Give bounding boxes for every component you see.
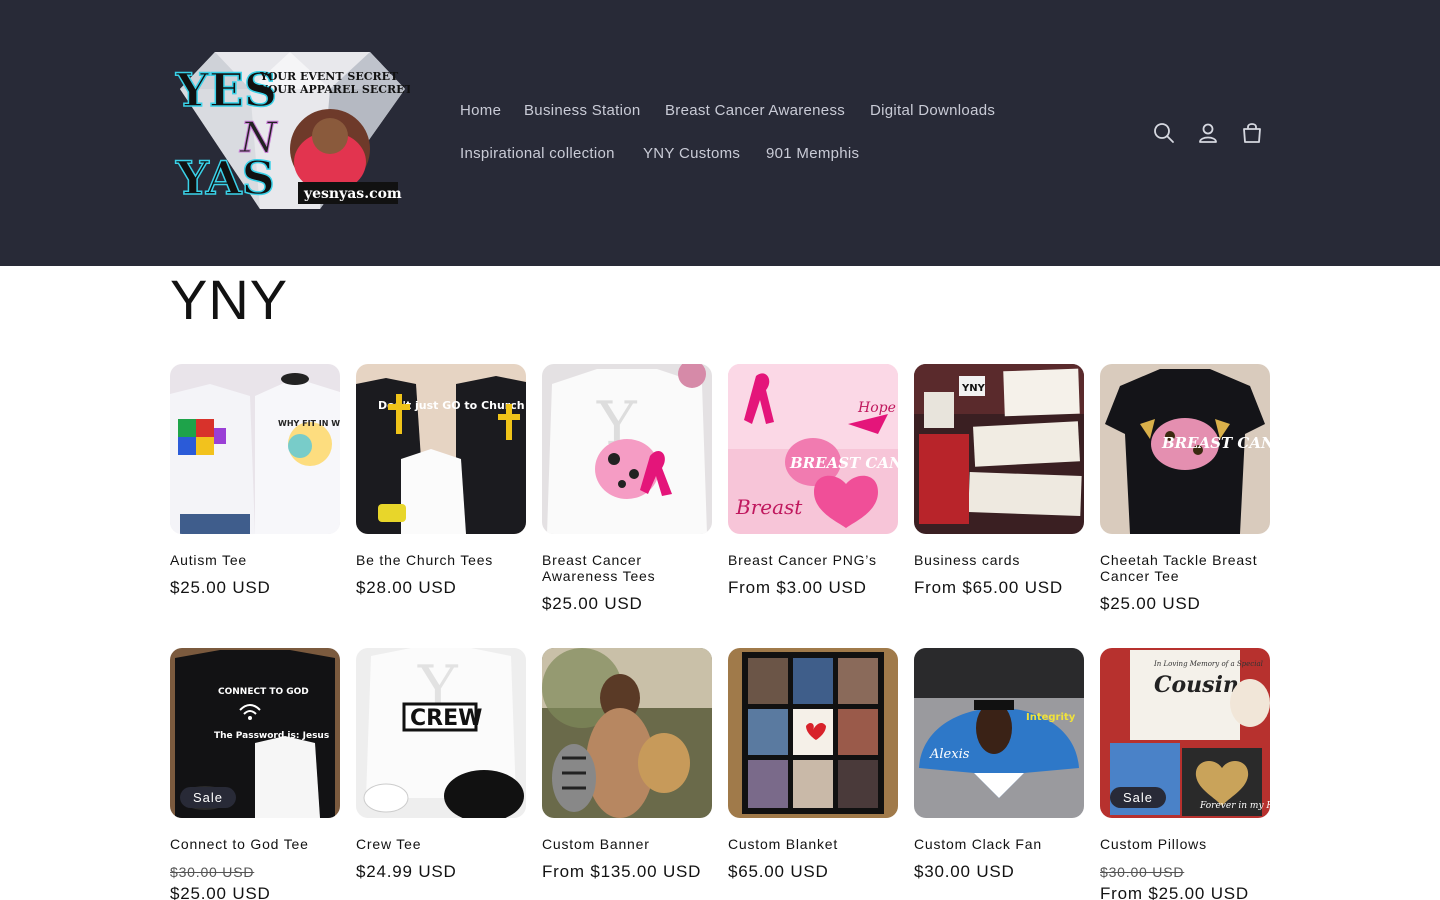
product-image[interactable]: In Loving Memory of a Special Cousin For… [1100,648,1270,818]
product-image[interactable]: Y CREW [356,648,526,818]
product-price: $65.00 USD [728,862,829,881]
product-price: $24.99 USD [356,862,457,881]
nav-inspirational-collection[interactable]: Inspirational collection [460,145,615,162]
product-card-be-the-church-tees[interactable]: Don't just GO to Church BE the Church Be… [356,364,526,598]
svg-text:BREAST CANCER: BREAST CANCER [789,454,898,472]
product-card-custom-banner[interactable]: Custom Banner From $135.00 USD [542,648,712,882]
product-image[interactable]: Y [542,364,712,534]
nav-901-memphis[interactable]: 901 Memphis [766,145,859,162]
product-price: $25.00 USD [170,578,271,597]
product-title[interactable]: Crew Tee [356,836,526,852]
svg-text:Cousin: Cousin [1154,672,1239,698]
product-title[interactable]: Be the Church Tees [356,552,526,568]
site-header: YES N YAS YOUR EVENT SECRET YOUR APPAREL… [0,0,1440,266]
product-image[interactable]: Don't just GO to Church BE the Church [356,364,526,534]
svg-text:BREAST CANCER: BREAST CANCER [1161,434,1270,452]
product-compare-price: $30.00 USD [1100,864,1185,880]
nav-digital-downloads[interactable]: Digital Downloads [870,102,995,119]
svg-text:WHY FIT IN WHEN YOU CAN STAND: WHY FIT IN WHEN YOU CAN STAND OUT! [278,419,340,428]
product-card-custom-blanket[interactable]: Custom Blanket $65.00 USD [728,648,898,882]
product-image[interactable]: BREAST CANCER [1100,364,1270,534]
product-title[interactable]: Custom Clack Fan [914,836,1084,852]
product-card-business-cards[interactable]: YNY Business cards From $65.00 USD [914,364,1084,598]
nav-breast-cancer-awareness[interactable]: Breast Cancer Awareness [665,102,845,119]
product-price: $25.00 USD [542,594,643,613]
collection-title: YNY [170,268,289,331]
svg-text:CREW: CREW [410,706,482,731]
product-image[interactable]: BREAST CANCER Hope Breast [728,364,898,534]
product-image[interactable]: Integrity Alexis [914,648,1084,818]
product-title[interactable]: Connect to God Tee [170,836,340,852]
product-image[interactable]: WHY FIT IN WHEN YOU CAN STAND OUT! [170,364,340,534]
product-price: $28.00 USD [356,578,457,597]
product-price: From $25.00 USD [1100,884,1249,900]
product-title[interactable]: Breast Cancer Awareness Tees [542,552,712,584]
product-card-custom-pillows[interactable]: In Loving Memory of a Special Cousin For… [1100,648,1270,900]
cart-icon[interactable] [1239,120,1265,146]
product-price: From $135.00 USD [542,862,702,881]
product-compare-price: $30.00 USD [170,864,255,880]
logo-tagline-1: YOUR EVENT SECRET [259,70,399,83]
product-price: $25.00 USD [170,884,271,900]
svg-text:Alexis: Alexis [929,747,970,762]
product-card-breast-cancer-awareness-tees[interactable]: Y Breast Cancer Awareness Tees $25.00 US… [542,364,712,614]
product-price: $30.00 USD [914,862,1015,881]
product-price: $25.00 USD [1100,594,1201,613]
nav-business-station[interactable]: Business Station [524,102,641,119]
product-image[interactable] [542,648,712,818]
svg-text:Hope: Hope [857,400,896,416]
product-card-autism-tee[interactable]: WHY FIT IN WHEN YOU CAN STAND OUT! Autis… [170,364,340,598]
product-price: From $65.00 USD [914,578,1063,597]
product-title[interactable]: Custom Blanket [728,836,898,852]
sale-badge: Sale [180,787,237,808]
product-title[interactable]: Business cards [914,552,1084,568]
sale-badge: Sale [1110,787,1167,808]
product-image[interactable]: CONNECT TO GOD The Password is: Jesus Sa… [170,648,340,818]
svg-text:Breast: Breast [735,495,803,519]
product-title[interactable]: Cheetah Tackle Breast Cancer Tee [1100,552,1270,584]
nav-yny-customs[interactable]: YNY Customs [643,145,740,162]
account-icon[interactable] [1195,120,1221,146]
product-card-crew-tee[interactable]: Y CREW Crew Tee $24.99 USD [356,648,526,882]
product-image[interactable] [728,648,898,818]
product-card-breast-cancer-pngs[interactable]: BREAST CANCER Hope Breast Breast Cancer … [728,364,898,598]
product-card-cheetah-tackle-breast-cancer-tee[interactable]: BREAST CANCER Cheetah Tackle Breast Canc… [1100,364,1270,614]
nav-home[interactable]: Home [460,102,501,119]
logo-domain: yesnyas.com [303,186,402,202]
product-card-custom-clack-fan[interactable]: Integrity Alexis Custom Clack Fan $30.00… [914,648,1084,882]
product-title[interactable]: Custom Banner [542,836,712,852]
search-icon[interactable] [1151,120,1177,146]
svg-text:YNY: YNY [961,383,986,394]
logo-tagline-2: YOUR APPAREL SECRET [259,83,410,96]
product-image[interactable]: YNY [914,364,1084,534]
product-title[interactable]: Custom Pillows [1100,836,1270,852]
logo-yas-text: YAS [175,151,275,205]
store-logo[interactable]: YES N YAS YOUR EVENT SECRET YOUR APPAREL… [170,44,414,214]
product-title[interactable]: Breast Cancer PNG’s [728,552,898,568]
svg-text:In Loving Memory of a Special: In Loving Memory of a Special [1153,660,1263,668]
product-card-connect-to-god-tee[interactable]: CONNECT TO GOD The Password is: Jesus Sa… [170,648,340,900]
svg-text:Forever in my Heart: Forever in my Heart [1199,801,1270,811]
product-price: From $3.00 USD [728,578,867,597]
svg-text:The Password is: Jesus: The Password is: Jesus [214,731,329,741]
svg-text:CONNECT TO GOD: CONNECT TO GOD [218,687,309,697]
product-title[interactable]: Autism Tee [170,552,340,568]
svg-text:Integrity: Integrity [1026,712,1076,723]
